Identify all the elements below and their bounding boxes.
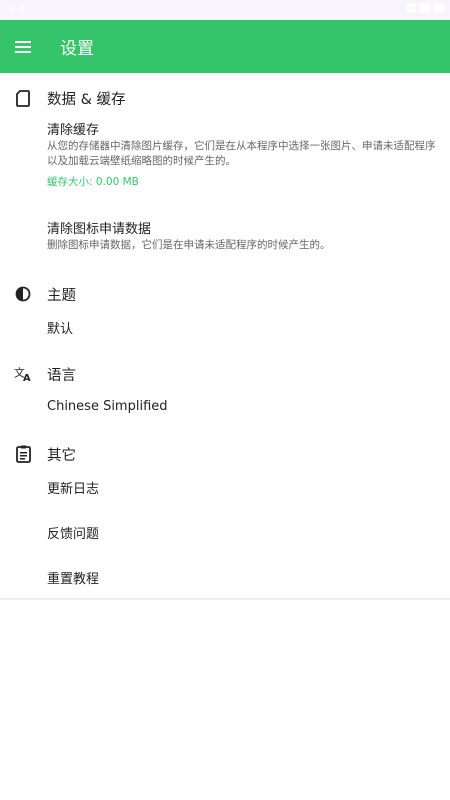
app-toolbar: 设置 [0,20,450,73]
translate-icon: 文 A [14,365,32,383]
theme-contrast-icon [14,285,32,303]
theme-preference[interactable]: 默认 [47,318,73,337]
wifi-icon [406,3,416,13]
section-title-data-cache: 数据 & 缓存 [47,91,126,108]
menu-button[interactable] [0,20,46,73]
clear-cache-summary: 从您的存储器中清除图片缓存，它们是在从本程序中选择一张图片、申请未适配程序以及加… [47,140,436,167]
section-title-theme: 主题 [47,287,76,304]
toolbar-title: 设置 [60,39,94,59]
section-header-language: 文 A 语言 [0,359,450,389]
status-icons [406,3,444,13]
section-header-other: 其它 [0,439,450,469]
status-time: 9:41 [8,3,33,16]
clear-icon-requests-preference[interactable]: 清除图标申请数据 删除图标申请数据，它们是在申请未适配程序的时候产生的。 [47,221,439,253]
section-header-data-cache: 数据 & 缓存 [0,83,450,113]
section-title-language: 语言 [47,367,76,384]
clipboard-icon [14,445,32,463]
clear-icon-requests-title: 清除图标申请数据 [47,222,152,237]
sd-card-icon [14,89,32,107]
clear-icon-requests-summary: 删除图标申请数据，它们是在申请未适配程序的时候产生的。 [47,239,331,251]
section-header-theme: 主题 [0,279,450,309]
language-preference[interactable]: Chinese Simplified [47,399,168,414]
cache-size-label: 缓存大小: 0.00 MB [47,176,139,188]
settings-list: 数据 & 缓存 清除缓存 从您的存储器中清除图片缓存，它们是在从本程序中选择一张… [0,73,450,600]
report-bug-item[interactable]: 反馈问题 [47,523,99,542]
battery-icon [434,3,444,13]
clear-cache-preference[interactable]: 清除缓存 从您的存储器中清除图片缓存，它们是在从本程序中选择一张图片、申请未适配… [47,122,439,189]
section-title-other: 其它 [47,447,76,464]
reset-tutorial-item[interactable]: 重置教程 [47,568,99,587]
svg-text:A: A [23,373,31,383]
menu-icon [15,40,31,53]
status-bar: 9:41 [0,0,450,20]
changelog-item[interactable]: 更新日志 [47,478,99,497]
clear-cache-title: 清除缓存 [47,123,100,138]
signal-icon [420,3,430,13]
list-bottom-shadow [0,598,450,601]
